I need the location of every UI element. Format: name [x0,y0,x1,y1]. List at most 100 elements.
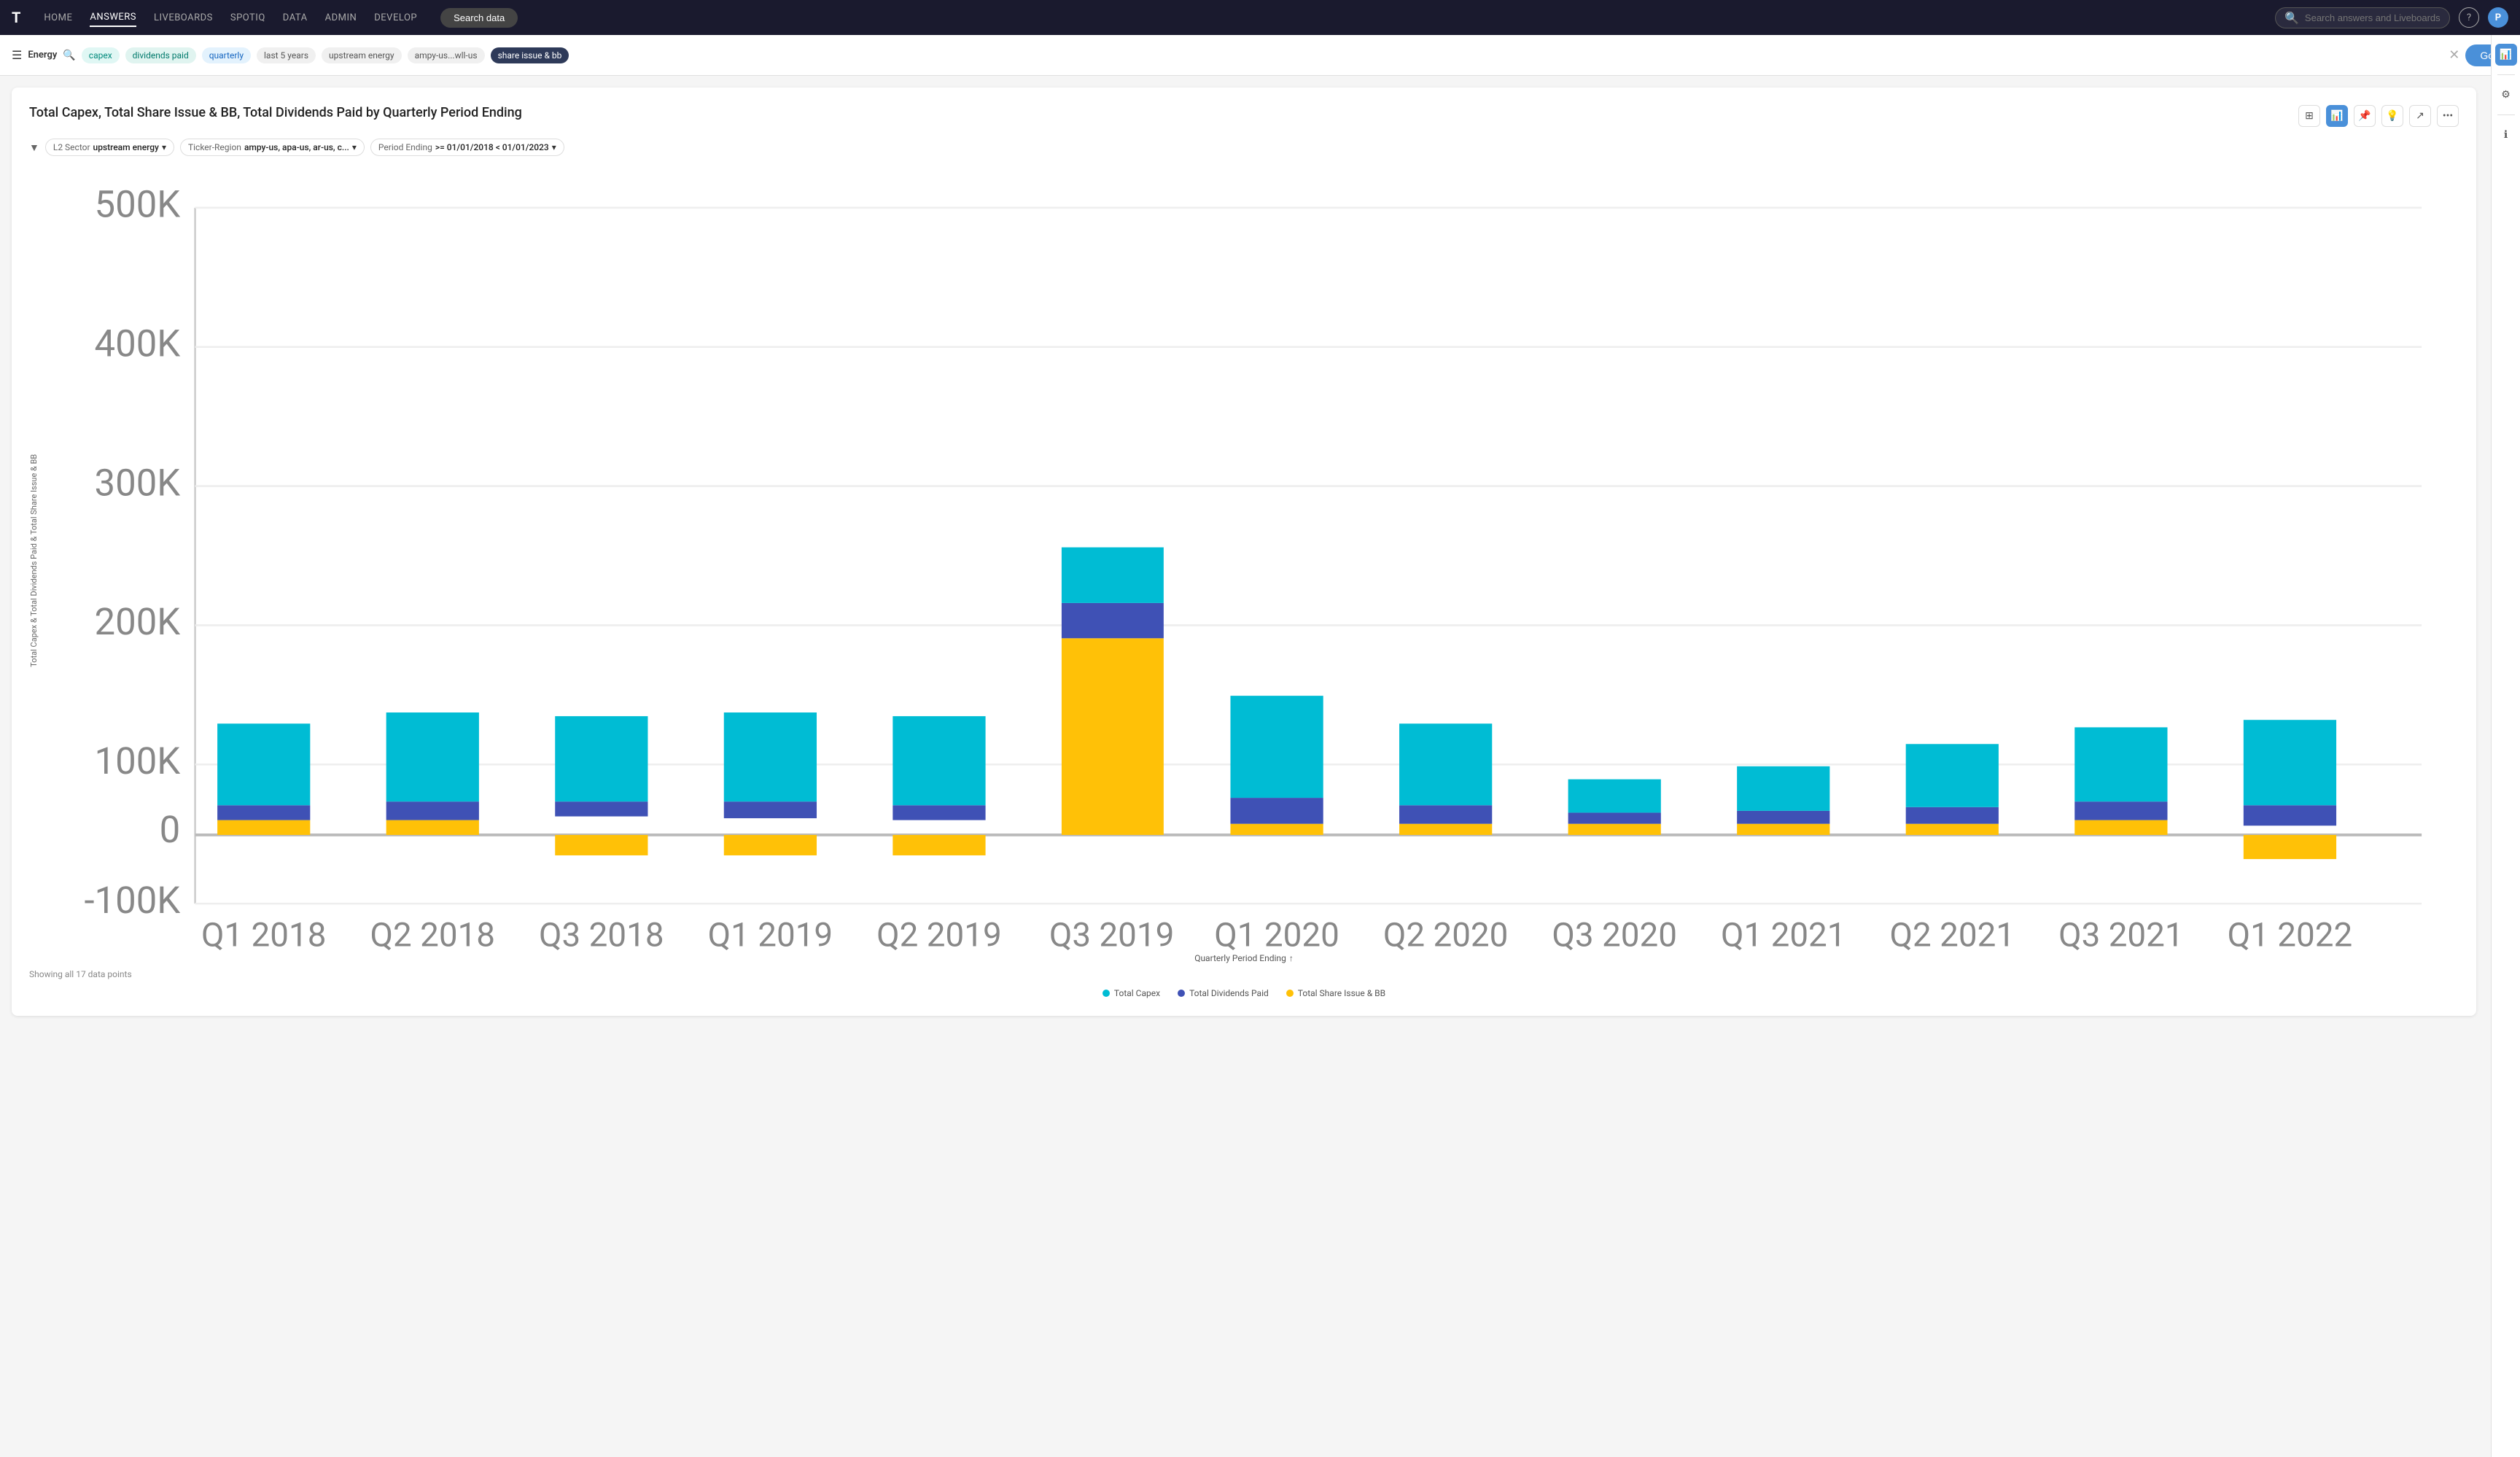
search-data-button[interactable]: Search data [440,8,518,28]
bar-div-q2-2019[interactable] [892,805,985,820]
bar-div-q1-2021[interactable] [1737,811,1829,824]
filter-sector-value: upstream energy [93,142,159,152]
filter-sector[interactable]: L2 Sector upstream energy ▾ [45,139,174,156]
bar-share-q2-2020[interactable] [1399,824,1492,835]
bar-chart-svg: text.tick { font-size: 20px; fill: #888;… [47,171,2459,950]
search-clear-button[interactable]: ✕ [2449,47,2459,63]
svg-text:Q2 2020: Q2 2020 [1383,917,1509,955]
bar-div-q1-2022[interactable] [2244,805,2336,825]
bar-share-q1-2022[interactable] [2244,835,2336,859]
nav-data[interactable]: DATA [283,9,308,26]
svg-text:0: 0 [160,809,181,852]
bar-capex-q3-2021[interactable] [2074,727,2167,801]
tag-last-5-years[interactable]: last 5 years [257,47,316,63]
filter-ticker-chevron: ▾ [352,142,357,152]
bar-capex-q1-2020[interactable] [1230,696,1323,798]
legend-capex-dot [1102,990,1110,997]
bar-div-q2-2021[interactable] [1906,807,1999,824]
bar-chart-btn[interactable]: 📊 [2326,105,2348,127]
insight-btn[interactable]: 💡 [2381,105,2403,127]
tag-quarterly[interactable]: quarterly [202,47,251,63]
svg-text:200K: 200K [95,601,181,644]
bar-div-q1-2020[interactable] [1230,798,1323,824]
legend-dividends-label: Total Dividends Paid [1189,988,1269,998]
bar-share-q1-2020[interactable] [1230,824,1323,835]
svg-text:Q1 2020: Q1 2020 [1214,917,1339,955]
filter-period-chevron: ▾ [552,142,556,152]
nav-spotiq[interactable]: SPOTIQ [230,9,265,26]
right-sidebar: 📊 ⚙ ℹ [2491,35,2520,1457]
share-btn[interactable]: ↗ [2409,105,2431,127]
main-content: Total Capex, Total Share Issue & BB, Tot… [12,88,2476,1016]
bar-share-q1-2018[interactable] [217,820,310,835]
chart-area: Total Capex & Total Dividends Paid & Tot… [29,171,2459,998]
bar-capex-q1-2022[interactable] [2244,720,2336,805]
bar-share-q3-2019[interactable] [1062,638,1164,835]
sidebar-settings-btn[interactable]: ⚙ [2495,84,2517,106]
bar-share-q3-2020[interactable] [1568,824,1661,835]
nav-develop[interactable]: DEVELOP [374,9,417,26]
nav-right: 🔍 ? P [2275,7,2508,28]
filter-period[interactable]: Period Ending >= 01/01/2018 < 01/01/2023… [370,139,564,156]
tag-share-issue[interactable]: share issue & bb [491,47,569,63]
bar-share-q2-2019[interactable] [892,835,985,855]
chart-header: Total Capex, Total Share Issue & BB, Tot… [29,105,2459,127]
bar-capex-q2-2020[interactable] [1399,723,1492,805]
svg-text:Q1 2019: Q1 2019 [708,917,833,955]
nav-liveboards[interactable]: LIVEBOARDS [154,9,213,26]
nav-answers[interactable]: ANSWERS [90,9,136,27]
nav-admin[interactable]: ADMIN [325,9,357,26]
bar-capex-q2-2019[interactable] [892,716,985,805]
filters: ▼ L2 Sector upstream energy ▾ Ticker-Reg… [29,139,2459,156]
sidebar-info-btn[interactable]: ℹ [2495,124,2517,146]
tag-dividends-paid[interactable]: dividends paid [125,47,196,63]
svg-text:Q1 2021: Q1 2021 [1721,917,1846,955]
svg-text:Q3 2020: Q3 2020 [1552,917,1677,955]
tag-upstream-energy[interactable]: upstream energy [322,47,402,63]
bar-div-q1-2019[interactable] [724,801,817,818]
bar-capex-q3-2020[interactable] [1568,780,1661,813]
bar-share-q3-2021[interactable] [2074,820,2167,835]
bar-div-q3-2018[interactable] [555,801,648,816]
more-btn[interactable]: ••• [2437,105,2459,127]
bar-capex-q1-2018[interactable] [217,723,310,805]
nav-home[interactable]: HOME [44,9,72,26]
bar-capex-q1-2021[interactable] [1737,766,1829,811]
svg-text:-100K: -100K [84,879,180,922]
filter-ticker[interactable]: Ticker-Region ampy-us, apa-us, ar-us, c.… [180,139,365,156]
bar-share-q2-2018[interactable] [386,820,479,835]
pin-btn[interactable]: 📌 [2354,105,2376,127]
filter-period-value: >= 01/01/2018 < 01/01/2023 [435,142,549,152]
bar-capex-q2-2018[interactable] [386,712,479,801]
data-points-label: Showing all 17 data points [29,969,2459,979]
svg-text:Q3 2019: Q3 2019 [1049,917,1175,955]
bar-div-q3-2019[interactable] [1062,603,1164,638]
bar-capex-q3-2019[interactable] [1062,548,1164,603]
bar-share-q3-2018[interactable] [555,835,648,855]
tag-ticker[interactable]: ampy-us...wll-us [408,47,485,63]
sidebar-chart-btn[interactable]: 📊 [2495,44,2517,66]
bar-capex-q3-2018[interactable] [555,716,648,801]
bar-share-q2-2021[interactable] [1906,824,1999,835]
bar-share-q1-2021[interactable] [1737,824,1829,835]
bar-div-q1-2018[interactable] [217,805,310,820]
table-view-btn[interactable]: ⊞ [2298,105,2320,127]
global-search-bar[interactable]: 🔍 [2275,7,2450,28]
search-bar: ☰ Energy 🔍 capex dividends paid quarterl… [0,35,2520,76]
bar-div-q3-2020[interactable] [1568,812,1661,823]
avatar[interactable]: P [2488,7,2508,28]
svg-text:400K: 400K [95,322,181,365]
bar-div-q2-2018[interactable] [386,801,479,820]
tag-capex[interactable]: capex [82,47,120,63]
svg-text:Q2 2019: Q2 2019 [876,917,1002,955]
bar-capex-q2-2021[interactable] [1906,744,1999,807]
filter-icon: ▼ [29,141,39,154]
bar-capex-q1-2019[interactable] [724,712,817,801]
bar-div-q2-2020[interactable] [1399,805,1492,823]
bar-share-q1-2019[interactable] [724,835,817,855]
help-button[interactable]: ? [2459,7,2479,28]
global-search-input[interactable] [2305,12,2441,23]
bar-div-q3-2021[interactable] [2074,801,2167,820]
energy-icon: ☰ [12,48,22,62]
svg-text:500K: 500K [95,184,181,227]
